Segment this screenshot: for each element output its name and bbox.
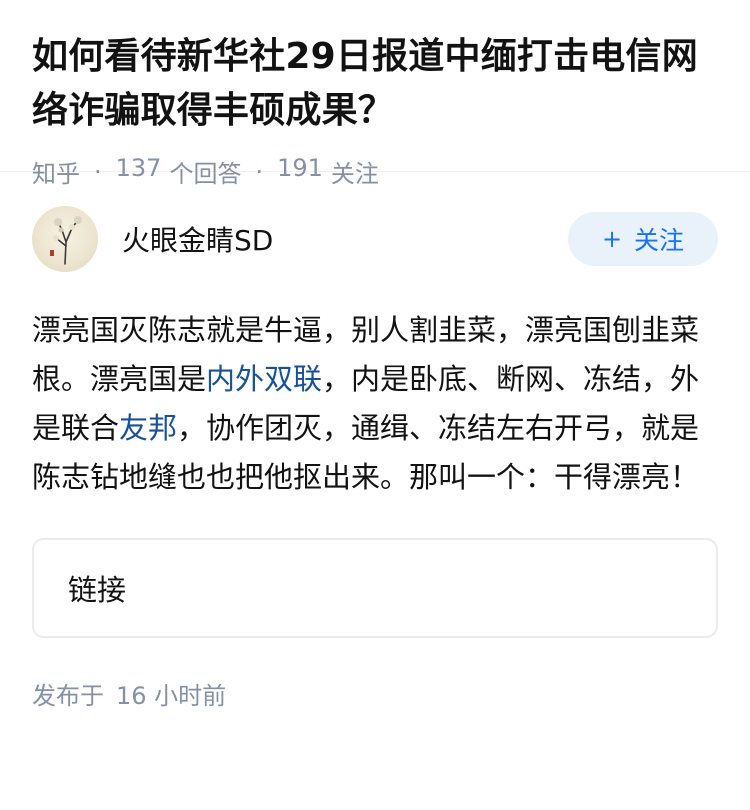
follower-count-value: 191 xyxy=(277,154,323,182)
inline-link-neiwai[interactable]: 内外双联 xyxy=(206,362,322,396)
follower-count-label: 关注 xyxy=(330,160,379,188)
question-header: 如何看待新华社29日报道中缅打击电信网络诈骗取得丰硕成果？ 知乎 · 137 个… xyxy=(0,0,750,188)
plus-icon: + xyxy=(601,225,623,253)
question-title[interactable]: 如何看待新华社29日报道中缅打击电信网络诈骗取得丰硕成果？ xyxy=(32,30,718,138)
answer-count-label: 个回答 xyxy=(169,160,242,188)
answer-content: 漂亮国灭陈志就是牛逼，别人割韭菜，漂亮国刨韭菜根。漂亮国是内外双联，内是卧底、断… xyxy=(32,306,718,502)
link-card-label: 链接 xyxy=(68,573,127,607)
follower-count[interactable]: 191 关注 xyxy=(277,154,379,189)
publish-label: 发布于 xyxy=(32,682,104,710)
author-name[interactable]: 火眼金睛SD xyxy=(122,219,568,259)
follow-button-label: 关注 xyxy=(634,226,685,255)
author-row: 火眼金睛SD + 关注 xyxy=(32,172,718,304)
answer-count-value: 137 xyxy=(115,154,162,182)
inline-link-youbang[interactable]: 友邦 xyxy=(119,411,177,445)
meta-separator: · xyxy=(94,157,102,186)
source-label[interactable]: 知乎 xyxy=(32,154,80,189)
publish-time: 发布于 16 小时前 xyxy=(32,676,718,711)
publish-time-value: 16 小时前 xyxy=(116,682,227,710)
link-card[interactable]: 链接 xyxy=(32,538,718,638)
meta-separator: · xyxy=(255,157,264,186)
answer-card: 火眼金睛SD + 关注 漂亮国灭陈志就是牛逼，别人割韭菜，漂亮国刨韭菜根。漂亮国… xyxy=(0,172,750,711)
ink-tree-icon xyxy=(50,216,82,265)
answer-count[interactable]: 137 个回答 xyxy=(116,154,242,189)
avatar[interactable] xyxy=(32,206,98,272)
follow-button[interactable]: + 关注 xyxy=(568,212,718,266)
